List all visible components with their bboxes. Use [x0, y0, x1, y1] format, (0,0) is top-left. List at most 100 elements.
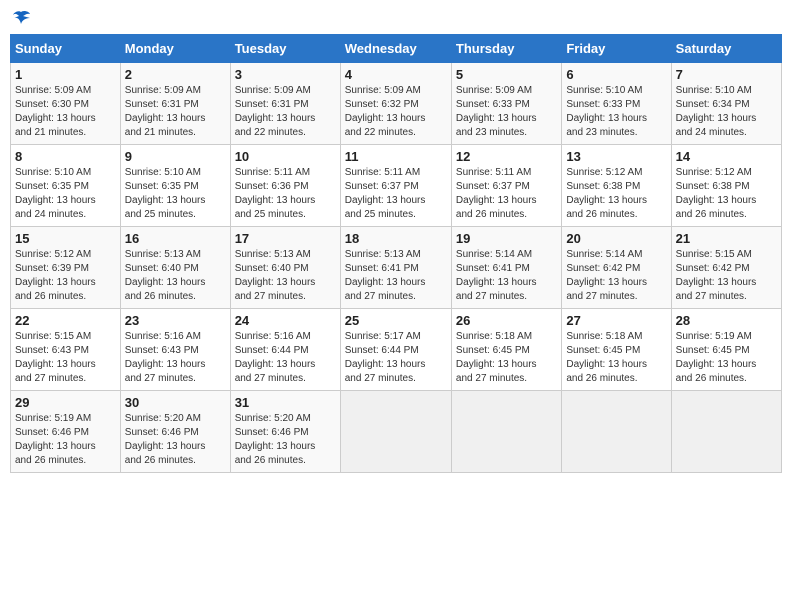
day-number: 13 [566, 149, 666, 164]
weekday-header-cell: Sunday [11, 35, 121, 63]
calendar-day-cell: 16Sunrise: 5:13 AM Sunset: 6:40 PM Dayli… [120, 227, 230, 309]
day-info: Sunrise: 5:14 AM Sunset: 6:41 PM Dayligh… [456, 248, 557, 304]
day-info: Sunrise: 5:16 AM Sunset: 6:44 PM Dayligh… [235, 330, 336, 386]
calendar-day-cell [451, 391, 561, 473]
calendar-day-cell: 15 Sunrise: 5:12 AM Sunset: 6:39 PM Dayli… [11, 227, 121, 309]
weekday-header-cell: Friday [562, 35, 671, 63]
day-number: 12 [456, 149, 557, 164]
calendar-day-cell [671, 391, 781, 473]
calendar-day-cell: 31 Sunrise: 5:20 AM Sunset: 6:46 PM Dayli… [230, 391, 340, 473]
day-number: 27 [566, 313, 666, 328]
day-number: 5 [456, 67, 557, 82]
day-info: Sunrise: 5:10 AM Sunset: 6:33 PM Dayligh… [566, 84, 666, 140]
day-info: Sunrise: 5:16 AM Sunset: 6:43 PM Dayligh… [125, 330, 226, 386]
day-number: 26 [456, 313, 557, 328]
day-info: Sunrise: 5:18 AM Sunset: 6:45 PM Dayligh… [456, 330, 557, 386]
calendar-day-cell: 19 Sunrise: 5:14 AM Sunset: 6:41 PM Dayli… [451, 227, 561, 309]
day-number: 8 [15, 149, 116, 164]
calendar-week-row: 15 Sunrise: 5:12 AM Sunset: 6:39 PM Dayli… [11, 227, 782, 309]
logo-bird-icon [11, 10, 31, 28]
day-number: 21 [676, 231, 777, 246]
calendar-day-cell: 4 Sunrise: 5:09 AM Sunset: 6:32 PM Daylig… [340, 63, 451, 145]
calendar-day-cell: 6 Sunrise: 5:10 AM Sunset: 6:33 PM Daylig… [562, 63, 671, 145]
calendar-day-cell: 26 Sunrise: 5:18 AM Sunset: 6:45 PM Dayli… [451, 309, 561, 391]
weekday-header-row: SundayMondayTuesdayWednesdayThursdayFrid… [11, 35, 782, 63]
day-info: Sunrise: 5:18 AM Sunset: 6:45 PM Dayligh… [566, 330, 666, 386]
day-info: Sunrise: 5:15 AM Sunset: 6:42 PM Dayligh… [676, 248, 777, 304]
day-info: Sunrise: 5:12 AM Sunset: 6:39 PM Dayligh… [15, 248, 116, 304]
weekday-header-cell: Monday [120, 35, 230, 63]
day-info: Sunrise: 5:12 AM Sunset: 6:38 PM Dayligh… [676, 166, 777, 222]
calendar-day-cell [340, 391, 451, 473]
day-info: Sunrise: 5:20 AM Sunset: 6:46 PM Dayligh… [235, 412, 336, 468]
calendar-day-cell: 3 Sunrise: 5:09 AM Sunset: 6:31 PM Daylig… [230, 63, 340, 145]
day-number: 6 [566, 67, 666, 82]
calendar-week-row: 8 Sunrise: 5:10 AM Sunset: 6:35 PM Daylig… [11, 145, 782, 227]
calendar-day-cell: 23 Sunrise: 5:16 AM Sunset: 6:43 PM Dayli… [120, 309, 230, 391]
calendar-day-cell: 1 Sunrise: 5:09 AM Sunset: 6:30 PM Daylig… [11, 63, 121, 145]
day-number: 10 [235, 149, 336, 164]
calendar-day-cell: 8 Sunrise: 5:10 AM Sunset: 6:35 PM Daylig… [11, 145, 121, 227]
day-number: 4 [345, 67, 447, 82]
calendar-day-cell: 7Sunrise: 5:10 AM Sunset: 6:34 PM Daylig… [671, 63, 781, 145]
calendar-day-cell: 22 Sunrise: 5:15 AM Sunset: 6:43 PM Dayli… [11, 309, 121, 391]
day-number: 20 [566, 231, 666, 246]
day-info: Sunrise: 5:14 AM Sunset: 6:42 PM Dayligh… [566, 248, 666, 304]
calendar-day-cell: 17Sunrise: 5:13 AM Sunset: 6:40 PM Dayli… [230, 227, 340, 309]
calendar-day-cell: 30Sunrise: 5:20 AM Sunset: 6:46 PM Dayli… [120, 391, 230, 473]
calendar-day-cell: 5 Sunrise: 5:09 AM Sunset: 6:33 PM Daylig… [451, 63, 561, 145]
day-info: Sunrise: 5:10 AM Sunset: 6:35 PM Dayligh… [15, 166, 116, 222]
day-number: 18 [345, 231, 447, 246]
day-number: 11 [345, 149, 447, 164]
day-info: Sunrise: 5:11 AM Sunset: 6:37 PM Dayligh… [345, 166, 447, 222]
day-number: 3 [235, 67, 336, 82]
day-info: Sunrise: 5:19 AM Sunset: 6:46 PM Dayligh… [15, 412, 116, 468]
calendar-day-cell: 10 Sunrise: 5:11 AM Sunset: 6:36 PM Dayli… [230, 145, 340, 227]
weekday-header-cell: Wednesday [340, 35, 451, 63]
day-number: 1 [15, 67, 116, 82]
calendar-day-cell: 21 Sunrise: 5:15 AM Sunset: 6:42 PM Dayli… [671, 227, 781, 309]
day-number: 19 [456, 231, 557, 246]
day-info: Sunrise: 5:09 AM Sunset: 6:31 PM Dayligh… [125, 84, 226, 140]
day-info: Sunrise: 5:09 AM Sunset: 6:30 PM Dayligh… [15, 84, 116, 140]
day-info: Sunrise: 5:10 AM Sunset: 6:35 PM Dayligh… [125, 166, 226, 222]
calendar-week-row: 22 Sunrise: 5:15 AM Sunset: 6:43 PM Dayli… [11, 309, 782, 391]
day-number: 15 [15, 231, 116, 246]
day-info: Sunrise: 5:09 AM Sunset: 6:33 PM Dayligh… [456, 84, 557, 140]
day-number: 9 [125, 149, 226, 164]
calendar-day-cell: 11 Sunrise: 5:11 AM Sunset: 6:37 PM Dayli… [340, 145, 451, 227]
day-number: 23 [125, 313, 226, 328]
day-info: Sunrise: 5:13 AM Sunset: 6:41 PM Dayligh… [345, 248, 447, 304]
calendar-body: 1 Sunrise: 5:09 AM Sunset: 6:30 PM Daylig… [11, 63, 782, 473]
day-info: Sunrise: 5:10 AM Sunset: 6:34 PM Dayligh… [676, 84, 777, 140]
day-info: Sunrise: 5:19 AM Sunset: 6:45 PM Dayligh… [676, 330, 777, 386]
day-number: 17 [235, 231, 336, 246]
calendar-day-cell: 12Sunrise: 5:11 AM Sunset: 6:37 PM Dayli… [451, 145, 561, 227]
day-info: Sunrise: 5:15 AM Sunset: 6:43 PM Dayligh… [15, 330, 116, 386]
calendar-day-cell: 28 Sunrise: 5:19 AM Sunset: 6:45 PM Dayli… [671, 309, 781, 391]
day-info: Sunrise: 5:17 AM Sunset: 6:44 PM Dayligh… [345, 330, 447, 386]
calendar-day-cell: 13 Sunrise: 5:12 AM Sunset: 6:38 PM Dayli… [562, 145, 671, 227]
calendar-day-cell: 20 Sunrise: 5:14 AM Sunset: 6:42 PM Dayli… [562, 227, 671, 309]
day-info: Sunrise: 5:09 AM Sunset: 6:32 PM Dayligh… [345, 84, 447, 140]
calendar-week-row: 1 Sunrise: 5:09 AM Sunset: 6:30 PM Daylig… [11, 63, 782, 145]
day-info: Sunrise: 5:09 AM Sunset: 6:31 PM Dayligh… [235, 84, 336, 140]
calendar-table: SundayMondayTuesdayWednesdayThursdayFrid… [10, 34, 782, 473]
day-number: 2 [125, 67, 226, 82]
weekday-header-cell: Saturday [671, 35, 781, 63]
day-number: 16 [125, 231, 226, 246]
day-number: 31 [235, 395, 336, 410]
day-number: 28 [676, 313, 777, 328]
calendar-day-cell: 29Sunrise: 5:19 AM Sunset: 6:46 PM Dayli… [11, 391, 121, 473]
calendar-day-cell: 25 Sunrise: 5:17 AM Sunset: 6:44 PM Dayli… [340, 309, 451, 391]
calendar-day-cell: 14Sunrise: 5:12 AM Sunset: 6:38 PM Dayli… [671, 145, 781, 227]
day-info: Sunrise: 5:12 AM Sunset: 6:38 PM Dayligh… [566, 166, 666, 222]
day-info: Sunrise: 5:11 AM Sunset: 6:36 PM Dayligh… [235, 166, 336, 222]
day-number: 25 [345, 313, 447, 328]
calendar-day-cell: 27 Sunrise: 5:18 AM Sunset: 6:45 PM Dayli… [562, 309, 671, 391]
calendar-day-cell: 9 Sunrise: 5:10 AM Sunset: 6:35 PM Daylig… [120, 145, 230, 227]
calendar-day-cell: 18 Sunrise: 5:13 AM Sunset: 6:41 PM Dayli… [340, 227, 451, 309]
day-number: 22 [15, 313, 116, 328]
weekday-header-cell: Tuesday [230, 35, 340, 63]
day-number: 24 [235, 313, 336, 328]
